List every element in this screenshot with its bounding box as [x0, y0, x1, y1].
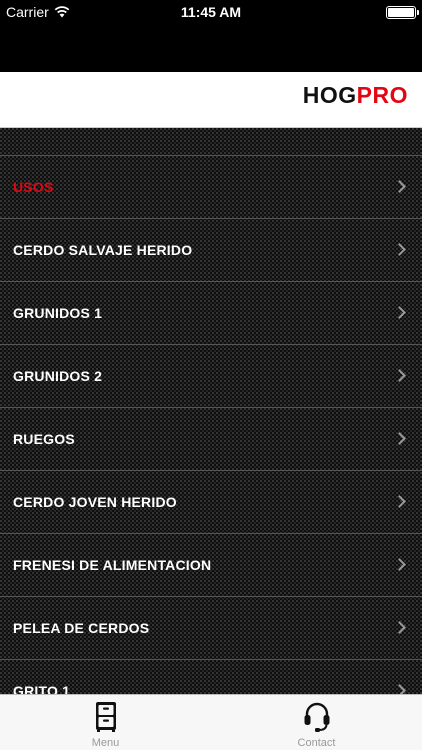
chevron-right-icon: [393, 243, 406, 256]
menu-list[interactable]: USOS CERDO SALVAJE HERIDO GRUNIDOS 1 GRU…: [0, 128, 422, 694]
menu-item-label: CERDO SALVAJE HERIDO: [13, 242, 193, 258]
tab-bar: Menu Contact: [0, 694, 422, 750]
menu-item-frenesi-de-alimentacion[interactable]: FRENESI DE ALIMENTACION: [0, 534, 422, 597]
navigation-bar: [0, 24, 422, 72]
menu-item-grito-1[interactable]: GRITO 1: [0, 660, 422, 694]
tab-contact[interactable]: Contact: [211, 695, 422, 750]
menu-item-label: FRENESI DE ALIMENTACION: [13, 557, 212, 573]
menu-list-header-spacer: [0, 128, 422, 156]
menu-item-grunidos-2[interactable]: GRUNIDOS 2: [0, 345, 422, 408]
chevron-right-icon: [393, 306, 406, 319]
brand-logo: HOGPRO: [303, 82, 408, 109]
chevron-right-icon: [393, 180, 406, 193]
tab-contact-label: Contact: [297, 737, 336, 749]
status-time: 11:45 AM: [180, 4, 242, 20]
chevron-right-icon: [393, 621, 406, 634]
menu-item-usos[interactable]: USOS: [0, 156, 422, 219]
menu-item-label: GRITO 1: [13, 683, 71, 694]
menu-item-label: CERDO JOVEN HERIDO: [13, 494, 177, 510]
tab-menu-label: Menu: [91, 737, 120, 749]
tab-menu[interactable]: Menu: [0, 695, 211, 750]
menu-item-grunidos-1[interactable]: GRUNIDOS 1: [0, 282, 422, 345]
chevron-right-icon: [393, 369, 406, 382]
brand-header: HOGPRO: [0, 72, 422, 128]
menu-item-label: RUEGOS: [13, 431, 75, 447]
menu-item-label: GRUNIDOS 2: [13, 368, 103, 384]
chevron-right-icon: [393, 684, 406, 694]
brand-logo-hog: HOG: [302, 82, 357, 108]
menu-item-cerdo-salvaje-herido[interactable]: CERDO SALVAJE HERIDO: [0, 219, 422, 282]
menu-item-pelea-de-cerdos[interactable]: PELEA DE CERDOS: [0, 597, 422, 660]
headset-icon: [304, 702, 329, 732]
file-cabinet-icon: [95, 702, 116, 732]
menu-item-label: GRUNIDOS 1: [13, 305, 103, 321]
menu-item-label: USOS: [13, 179, 54, 195]
menu-item-ruegos[interactable]: RUEGOS: [0, 408, 422, 471]
chevron-right-icon: [393, 432, 406, 445]
battery-icon: [386, 6, 419, 19]
chevron-right-icon: [393, 495, 406, 508]
status-bar: Carrier 11:45 AM: [0, 0, 422, 24]
chevron-right-icon: [393, 558, 406, 571]
brand-logo-pro: PRO: [356, 82, 408, 108]
menu-item-label: PELEA DE CERDOS: [13, 620, 150, 636]
menu-item-cerdo-joven-herido[interactable]: CERDO JOVEN HERIDO: [0, 471, 422, 534]
